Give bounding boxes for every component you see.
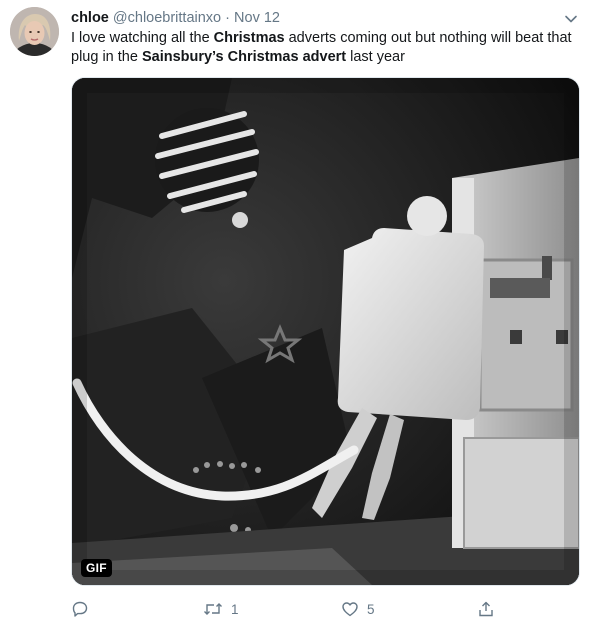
share-button[interactable] [477,598,495,620]
tweet-actions: 1 5 [71,598,578,622]
display-name[interactable]: chloe [71,10,109,26]
share-icon [479,601,493,617]
retweet-button[interactable]: 1 [203,598,239,620]
reply-icon [72,601,88,617]
like-button[interactable]: 5 [341,598,375,620]
gif-media[interactable]: GIF [71,77,580,586]
retweet-icon [204,603,222,615]
heart-icon [342,602,358,617]
avatar-image [10,7,59,56]
retweet-count: 1 [231,601,239,617]
gif-frame [72,78,579,585]
chevron-down-icon[interactable] [562,10,580,28]
like-count: 5 [367,601,375,617]
tweet[interactable]: chloe @chloebrittainxo · Nov 12 I love w… [0,0,599,635]
tweet-date[interactable]: Nov 12 [234,10,280,26]
tweet-text-part: I love watching all the [71,30,214,46]
avatar[interactable] [10,7,59,56]
highlight-term: Sainsbury’s Christmas advert [141,49,347,65]
highlight-term: Christmas [213,30,285,46]
handle[interactable]: @chloebrittainxo [113,10,221,26]
separator: · [225,10,231,26]
tweet-header: chloe @chloebrittainxo · Nov 12 [71,9,559,27]
tweet-text-part: last year [346,49,405,65]
gif-badge: GIF [81,559,112,577]
tweet-text: I love watching all the Christmas advert… [71,29,576,67]
reply-button[interactable] [71,598,97,620]
